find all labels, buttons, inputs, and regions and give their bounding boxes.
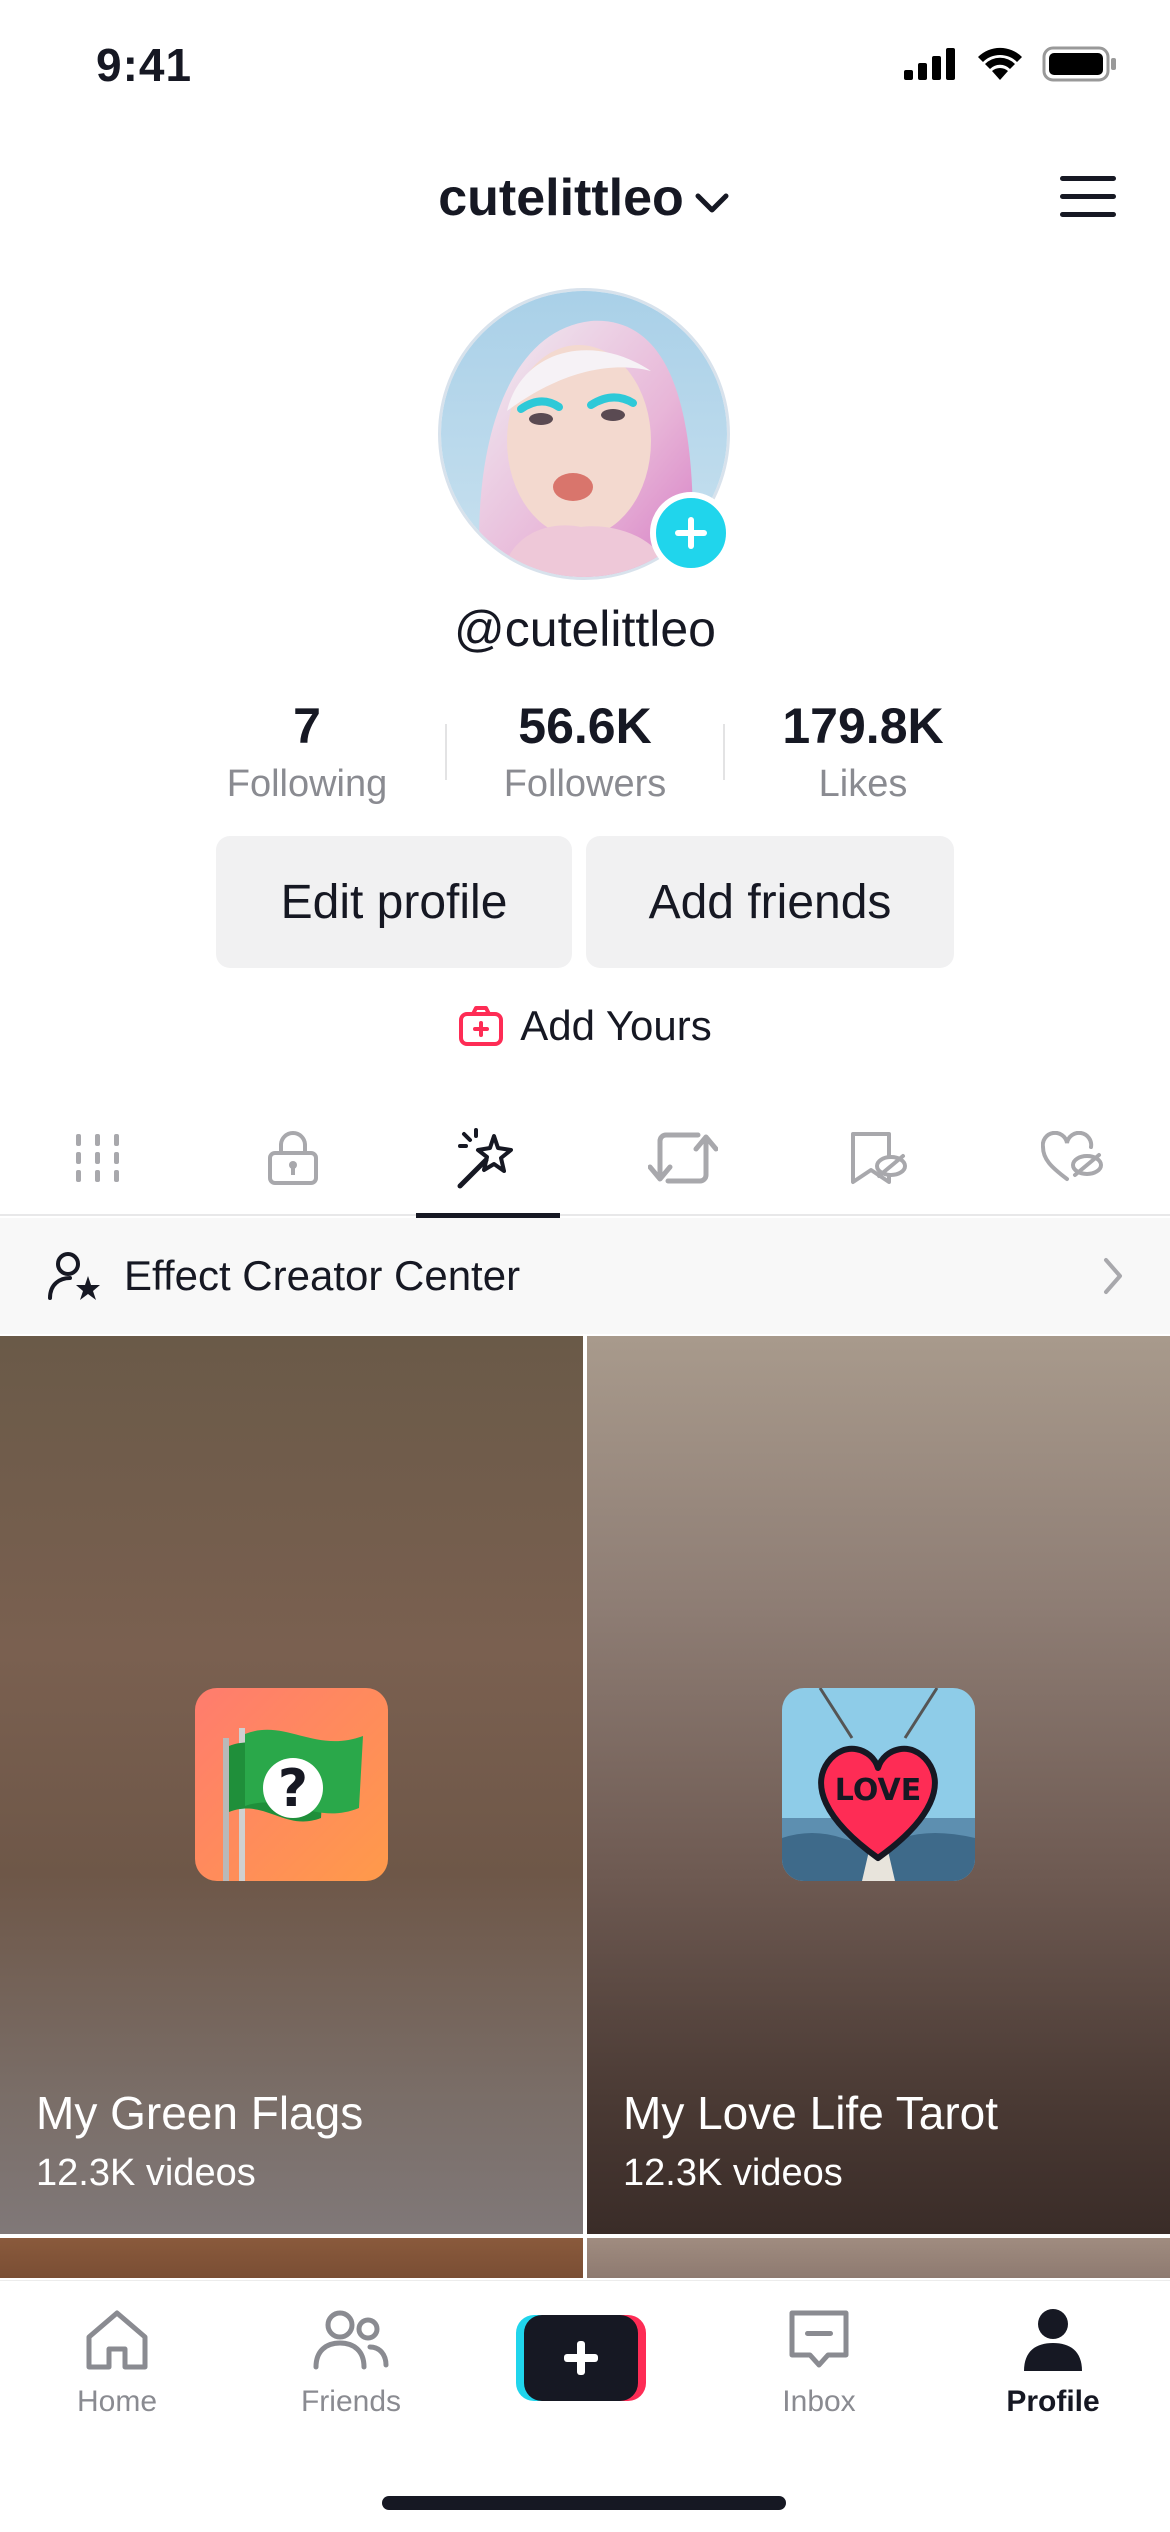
effect-card[interactable]: LOVE My Love Life Tarot 12.3K videos <box>587 1336 1170 2234</box>
add-yours-label: Add Yours <box>520 1002 712 1049</box>
signal-icon <box>904 48 955 80</box>
tab-videos[interactable] <box>0 1100 195 1216</box>
wifi-icon <box>978 47 1022 80</box>
add-yours-icon <box>459 1006 504 1046</box>
green-flags-effect-thumbnail: ? <box>195 1688 388 1881</box>
effect-creator-center-label: Effect Creator Center <box>124 1252 521 1299</box>
bookmark-hidden-icon <box>850 1132 907 1184</box>
effect-title: My Green Flags <box>36 2087 364 2139</box>
add-friends-button[interactable]: Add friends <box>586 836 954 968</box>
nav-inbox[interactable]: Inbox <box>702 2299 936 2419</box>
nav-label: Profile <box>1006 2385 1100 2418</box>
battery-icon <box>1042 46 1116 82</box>
nav-label: Friends <box>300 2385 402 2418</box>
love-thumb-text: LOVE <box>835 1773 921 1808</box>
stat-value: 7 <box>293 698 321 754</box>
tab-private[interactable] <box>195 1100 390 1216</box>
profile-stats: 7 Following 56.6K Followers 179.8K Likes <box>0 696 1170 806</box>
inbox-icon <box>789 2310 849 2368</box>
nav-home[interactable]: Home <box>0 2299 234 2419</box>
menu-icon[interactable] <box>1058 172 1118 222</box>
nav-profile[interactable]: Profile <box>936 2299 1170 2419</box>
status-bar: 9:41 <box>0 0 1170 140</box>
effect-card[interactable]: ? My Green Flags 12.3K videos <box>0 1336 583 2234</box>
stat-likes[interactable]: 179.8K Likes <box>725 696 1001 806</box>
svg-text:?: ? <box>278 1759 308 1819</box>
add-yours-link[interactable]: Add Yours <box>0 1002 1170 1050</box>
love-tarot-effect-thumbnail: LOVE <box>782 1688 975 1881</box>
home-icon <box>86 2310 148 2370</box>
stat-label: Followers <box>503 763 667 805</box>
header-username: cutelittleo <box>438 169 684 227</box>
profile-actions: Edit profile Add friends <box>216 836 954 968</box>
profile-header: cutelittleo <box>0 150 1170 250</box>
home-indicator <box>382 2496 786 2510</box>
stat-followers[interactable]: 56.6K Followers <box>447 696 723 806</box>
effects-wand-icon <box>457 1128 513 1189</box>
liked-hidden-icon <box>1040 1131 1103 1181</box>
status-icons <box>904 46 1118 82</box>
effect-creator-center-row[interactable]: Effect Creator Center <box>0 1218 1170 1334</box>
account-switcher[interactable]: cutelittleo <box>0 168 1170 231</box>
effect-title: My Love Life Tarot <box>623 2087 999 2139</box>
stat-label: Following <box>226 763 388 805</box>
tab-liked[interactable] <box>975 1100 1170 1216</box>
add-story-button[interactable] <box>650 492 732 574</box>
repost-icon <box>647 1132 718 1184</box>
edit-profile-button[interactable]: Edit profile <box>216 836 572 968</box>
creator-star-icon <box>48 1252 100 1300</box>
tab-reposts[interactable] <box>585 1100 780 1216</box>
profile-icon <box>1024 2309 1082 2371</box>
nav-friends[interactable]: Friends <box>234 2299 468 2419</box>
avatar-container[interactable] <box>438 288 732 580</box>
nav-label: Inbox <box>782 2385 856 2418</box>
friends-icon <box>313 2310 389 2370</box>
plus-icon <box>675 517 707 549</box>
create-plus-icon <box>516 2315 646 2401</box>
tab-effects[interactable] <box>390 1100 585 1216</box>
grid-icon <box>75 1134 119 1182</box>
stat-value: 56.6K <box>518 698 652 754</box>
effects-grid: ? My Green Flags 12.3K videos LOVE My Lo… <box>0 1336 1170 2236</box>
status-time: 9:41 <box>96 39 193 91</box>
stat-value: 179.8K <box>782 698 944 754</box>
chevron-right-icon <box>1104 1258 1122 1294</box>
profile-tabs <box>0 1100 1170 1216</box>
lock-icon <box>267 1131 318 1185</box>
bottom-navigation: Home Friends Inbox Profile <box>0 2280 1170 2532</box>
nav-label: Home <box>76 2385 158 2418</box>
tab-favorites[interactable] <box>780 1100 975 1216</box>
create-button[interactable] <box>516 2315 646 2401</box>
effect-card-partial[interactable] <box>0 2238 583 2278</box>
effect-card-partial[interactable] <box>587 2238 1170 2278</box>
chevron-down-icon <box>692 171 732 231</box>
stat-label: Likes <box>818 763 908 805</box>
effect-video-count: 12.3K videos <box>36 2152 256 2194</box>
profile-handle: @cutelittleo <box>454 601 716 657</box>
effect-video-count: 12.3K videos <box>623 2152 843 2194</box>
stat-following[interactable]: 7 Following <box>169 696 445 806</box>
